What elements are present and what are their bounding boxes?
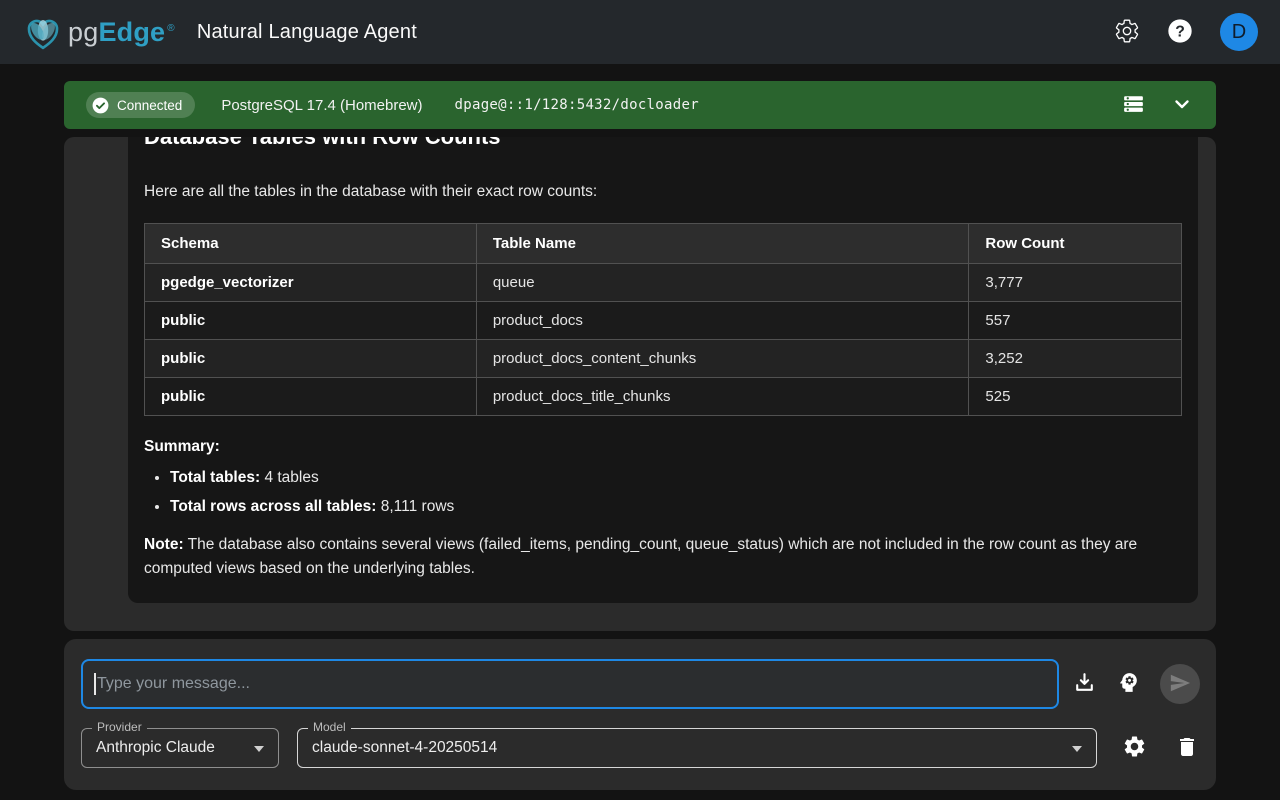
schema-cell: public <box>145 302 477 340</box>
download-button[interactable] <box>1072 670 1097 698</box>
table-row: public product_docs_title_chunks 525 <box>145 378 1182 416</box>
provider-select-label: Provider <box>92 720 147 734</box>
message-note: Note: The database also contains several… <box>144 533 1182 581</box>
dropdown-arrow-icon <box>1072 746 1082 752</box>
table-row: public product_docs 557 <box>145 302 1182 340</box>
send-button[interactable] <box>1160 664 1200 704</box>
pgedge-logo-text: pgEdge® <box>68 17 175 48</box>
connection-status-badge: Connected <box>86 92 195 118</box>
insights-button[interactable] <box>1116 670 1141 698</box>
table-row: pgedge_vectorizer queue 3,777 <box>145 264 1182 302</box>
list-item: Total tables: 4 tables <box>170 468 1182 488</box>
schema-cell: public <box>145 340 477 378</box>
server-version-label: PostgreSQL 17.4 (Homebrew) <box>221 97 422 114</box>
model-select-label: Model <box>308 720 351 734</box>
row-count-cell: 3,252 <box>969 340 1182 378</box>
list-item: Total rows across all tables: 8,111 rows <box>170 497 1182 517</box>
table-name-cell: product_docs_content_chunks <box>476 340 969 378</box>
assistant-message: Database Tables with Row Counts Here are… <box>128 137 1198 603</box>
column-header-schema: Schema <box>145 224 477 264</box>
user-avatar[interactable]: D <box>1220 13 1258 51</box>
message-input-wrap <box>81 659 1059 709</box>
message-heading: Database Tables with Row Counts <box>144 137 1182 151</box>
app-header: pgEdge® Natural Language Agent ? D <box>0 0 1280 64</box>
table-row: public product_docs_content_chunks 3,252 <box>145 340 1182 378</box>
table-header-row: Schema Table Name Row Count <box>145 224 1182 264</box>
column-header-table-name: Table Name <box>476 224 969 264</box>
connection-details-button[interactable] <box>1121 91 1146 119</box>
summary-heading: Summary: <box>144 438 1182 456</box>
pgedge-logo: pgEdge® <box>22 12 175 52</box>
server-list-icon <box>1121 91 1146 119</box>
trash-icon <box>1175 735 1199 762</box>
text-caret <box>94 673 96 695</box>
connection-banner[interactable]: Connected PostgreSQL 17.4 (Homebrew) dpa… <box>64 81 1216 129</box>
psychology-icon <box>1116 670 1141 698</box>
dropdown-arrow-icon <box>254 746 264 752</box>
model-select[interactable]: Model claude-sonnet-4-20250514 <box>297 728 1097 768</box>
schema-cell: public <box>145 378 477 416</box>
provider-select[interactable]: Provider Anthropic Claude <box>81 728 279 768</box>
settings-button[interactable] <box>1114 18 1140 47</box>
summary-list: Total tables: 4 tables Total rows across… <box>152 468 1182 517</box>
table-name-cell: product_docs <box>476 302 969 340</box>
row-count-cell: 557 <box>969 302 1182 340</box>
chevron-down-icon <box>1170 92 1194 119</box>
help-button[interactable]: ? <box>1166 17 1194 48</box>
model-settings-button[interactable] <box>1122 734 1147 762</box>
table-name-cell: product_docs_title_chunks <box>476 378 969 416</box>
db-tables-table: Schema Table Name Row Count pgedge_vecto… <box>144 223 1182 416</box>
pgedge-logo-icon <box>22 12 64 52</box>
row-count-cell: 3,777 <box>969 264 1182 302</box>
settings-icon <box>1114 18 1140 47</box>
model-select-value: claude-sonnet-4-20250514 <box>298 739 497 757</box>
page-title: Natural Language Agent <box>197 21 417 44</box>
schema-cell: pgedge_vectorizer <box>145 264 477 302</box>
chat-scroll-area[interactable]: Database Tables with Row Counts Here are… <box>64 137 1216 631</box>
connection-status-label: Connected <box>117 98 182 113</box>
table-name-cell: queue <box>476 264 969 302</box>
composer-panel: Provider Anthropic Claude Model claude-s… <box>64 639 1216 790</box>
send-icon <box>1169 672 1191 697</box>
check-circle-icon <box>91 96 110 115</box>
message-intro: Here are all the tables in the database … <box>144 181 1182 203</box>
row-count-cell: 525 <box>969 378 1182 416</box>
help-icon: ? <box>1166 17 1194 48</box>
message-input[interactable] <box>81 659 1059 709</box>
banner-expand-button[interactable] <box>1170 92 1194 119</box>
column-header-row-count: Row Count <box>969 224 1182 264</box>
svg-text:?: ? <box>1175 23 1185 40</box>
gear-icon <box>1122 734 1147 762</box>
clear-chat-button[interactable] <box>1175 735 1199 762</box>
provider-select-value: Anthropic Claude <box>82 739 215 757</box>
download-icon <box>1072 670 1097 698</box>
connection-string: dpage@::1/128:5432/docloader <box>455 97 699 113</box>
